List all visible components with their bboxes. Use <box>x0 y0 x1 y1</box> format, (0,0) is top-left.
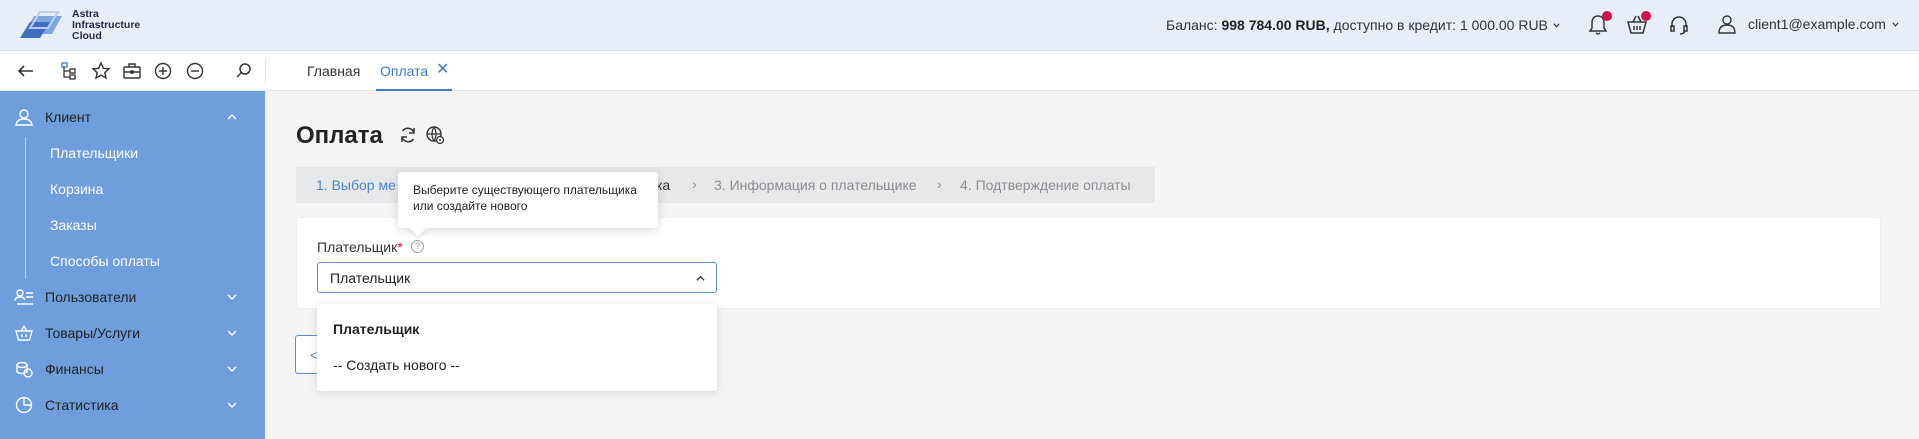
user-icon <box>1718 15 1736 34</box>
submenu-line <box>25 138 26 278</box>
notification-badge <box>1602 11 1612 21</box>
minus-circle-icon[interactable] <box>185 61 205 81</box>
sidebar-item-payers[interactable]: Плательщики <box>50 145 138 161</box>
balance-value: 998 784.00 RUB, <box>1221 17 1330 33</box>
refresh-icon[interactable] <box>398 125 418 145</box>
step-separator: › <box>937 176 942 192</box>
pie-chart-icon <box>15 396 33 414</box>
dropdown-option-payer[interactable]: Плательщик <box>333 321 419 337</box>
users-list-icon <box>14 289 33 305</box>
tooltip-text: Выберите существующего плательщика или с… <box>413 183 637 213</box>
payer-select-value: Плательщик <box>330 270 411 286</box>
chevron-up-icon <box>227 113 237 120</box>
step-4[interactable]: 4. Подтверждение оплаты <box>960 177 1131 193</box>
sidebar-group-label: Пользователи <box>45 289 137 305</box>
page-title: Оплата <box>296 122 383 149</box>
star-icon[interactable] <box>91 61 111 81</box>
logo-text: Astra Infrastructure Cloud <box>72 7 141 42</box>
user-menu[interactable]: client1@example.com <box>1716 13 1910 35</box>
coins-icon <box>16 361 33 378</box>
step-separator: › <box>692 176 697 192</box>
headset-icon[interactable] <box>1666 12 1692 38</box>
briefcase-icon[interactable] <box>122 61 142 81</box>
help-tooltip: Выберите существующего плательщика или с… <box>398 172 658 237</box>
active-tab-indicator <box>376 89 452 91</box>
logo[interactable]: Astra Infrastructure Cloud <box>18 8 140 42</box>
balance-info[interactable]: Баланс: 998 784.00 RUB, доступно в креди… <box>1166 17 1561 33</box>
back-arrow-icon[interactable] <box>16 61 36 81</box>
logo-icon <box>18 8 68 42</box>
cart-badge <box>1641 11 1651 21</box>
required-mark: * <box>397 239 403 255</box>
sidebar-item-orders[interactable]: Заказы <box>50 217 97 233</box>
sidebar-group-statistics[interactable]: Статистика <box>0 387 265 423</box>
tab-close-icon[interactable]: ✕ <box>436 62 449 78</box>
user-icon <box>15 109 33 126</box>
tree-structure-icon[interactable] <box>59 61 79 81</box>
sidebar-group-goods[interactable]: Товары/Услуги <box>0 315 265 351</box>
tab-payment[interactable]: Оплата <box>380 63 428 79</box>
sidebar-group-finance[interactable]: Финансы <box>0 351 265 387</box>
step-3[interactable]: 3. Информация о плательщике <box>714 177 917 193</box>
plus-circle-icon[interactable] <box>153 61 173 81</box>
chevron-down-icon <box>227 294 237 301</box>
chevron-up-icon <box>696 275 705 281</box>
sidebar-group-label: Статистика <box>45 397 119 413</box>
chevron-down-icon <box>227 330 237 337</box>
toolbar-divider <box>265 59 266 83</box>
top-header: Astra Infrastructure Cloud Баланс: 998 7… <box>0 0 1919 51</box>
tab-main[interactable]: Главная <box>307 63 360 79</box>
chevron-down-icon <box>227 366 237 373</box>
balance-label: Баланс: <box>1166 17 1218 33</box>
sidebar-group-label: Клиент <box>45 109 92 125</box>
payer-label-text: Плательщик <box>317 239 398 255</box>
chevron-down-icon <box>1552 17 1561 33</box>
payer-dropdown: Плательщик -- Создать нового -- <box>317 304 717 391</box>
user-email: client1@example.com <box>1748 16 1886 32</box>
help-icon[interactable]: ? <box>411 240 424 253</box>
sidebar-group-users[interactable]: Пользователи <box>0 279 265 315</box>
chevron-down-icon <box>227 402 237 409</box>
bell-icon[interactable] <box>1585 11 1612 38</box>
dropdown-option-create-new[interactable]: -- Создать нового -- <box>333 357 460 373</box>
step-1[interactable]: 1. Выбор ме <box>316 177 396 193</box>
credit-text: доступно в кредит: 1 000.00 RUB <box>1333 17 1548 33</box>
globe-settings-icon[interactable] <box>425 125 445 145</box>
sidebar-group-label: Товары/Услуги <box>45 325 141 341</box>
search-icon[interactable] <box>234 61 254 81</box>
step-2[interactable]: ка <box>656 177 670 193</box>
payer-field-label: Плательщик* <box>317 239 403 255</box>
toolbar: Главная Оплата ✕ <box>0 51 1919 91</box>
sidebar-group-label: Финансы <box>45 361 104 377</box>
basket-icon <box>15 324 33 341</box>
basket-icon[interactable] <box>1624 11 1651 38</box>
chevron-down-icon <box>1891 16 1910 32</box>
sidebar-item-cart[interactable]: Корзина <box>50 181 103 197</box>
sidebar-group-client[interactable]: Клиент <box>0 99 265 135</box>
sidebar-item-payment-methods[interactable]: Способы оплаты <box>50 253 160 269</box>
payer-select[interactable]: Плательщик <box>317 262 717 293</box>
